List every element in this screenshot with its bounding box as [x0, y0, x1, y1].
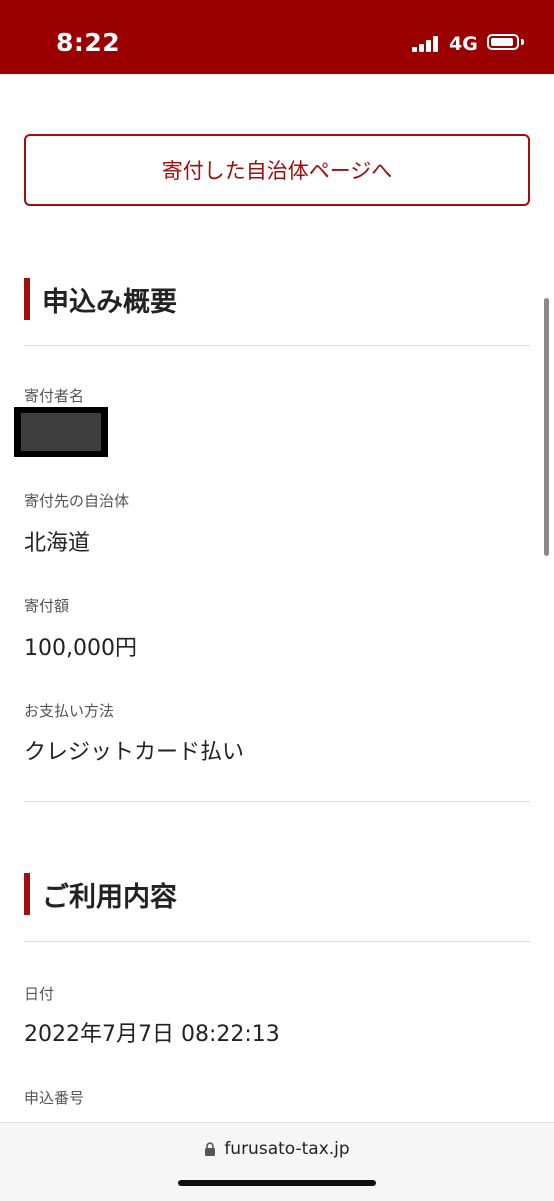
usage-details-heading: ご利用内容	[24, 873, 177, 915]
application-summary-title: 申込み概要	[42, 286, 177, 318]
page-scrollbar[interactable]	[544, 298, 549, 556]
recipient-municipality-value: 北海道	[24, 531, 91, 556]
donor-name-label: 寄付者名	[24, 387, 85, 405]
browser-url-bar[interactable]: furusato-tax.jp	[0, 1122, 554, 1201]
heading-accent-bar	[24, 278, 30, 320]
payment-method-value: クレジットカード払い	[24, 740, 245, 765]
divider	[24, 941, 530, 942]
network-type: 4G	[449, 33, 478, 55]
municipality-page-button-label: 寄付した自治体ページへ	[161, 159, 393, 183]
divider	[24, 345, 530, 346]
status-time: 8:22	[56, 28, 121, 57]
date-value: 2022年7月7日 08:22:13	[24, 1022, 280, 1047]
municipality-page-button[interactable]: 寄付した自治体ページへ	[24, 134, 530, 206]
home-indicator[interactable]	[178, 1180, 376, 1186]
lock-icon	[205, 1141, 216, 1156]
battery-cap	[521, 39, 524, 45]
date-label: 日付	[24, 985, 55, 1003]
divider	[24, 801, 530, 802]
recipient-municipality-label: 寄付先の自治体	[24, 492, 130, 510]
donation-amount-value: 100,000円	[24, 636, 137, 661]
payment-method-label: お支払い方法	[24, 702, 115, 720]
application-summary-heading: 申込み概要	[24, 278, 177, 320]
cellular-signal-icon	[412, 36, 442, 52]
url-text: furusato-tax.jp	[224, 1139, 350, 1159]
application-number-label: 申込番号	[24, 1089, 85, 1107]
heading-accent-bar	[24, 873, 30, 915]
usage-details-title: ご利用内容	[42, 881, 177, 913]
donation-amount-label: 寄付額	[24, 597, 70, 615]
status-bar: 8:22 4G	[0, 0, 554, 74]
donor-name-redacted	[14, 407, 108, 457]
battery-icon	[487, 34, 519, 50]
